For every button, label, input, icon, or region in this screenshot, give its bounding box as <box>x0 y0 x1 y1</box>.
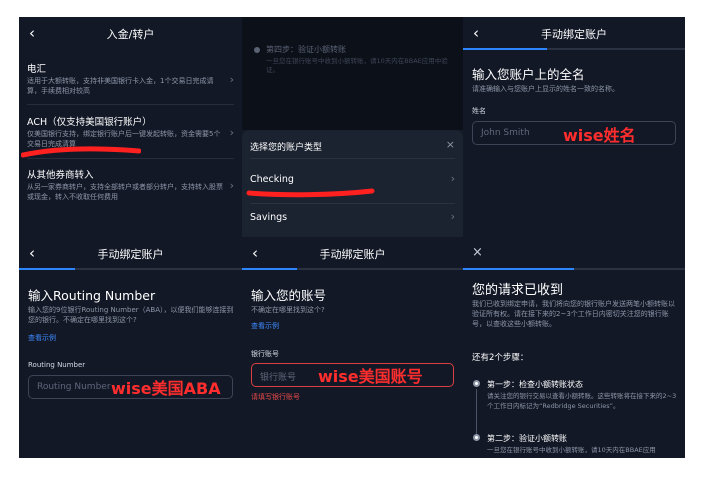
step-dot <box>473 380 480 387</box>
divider <box>27 104 234 105</box>
chevron-right-icon: › <box>229 73 234 86</box>
subtitle: 输入您的9位银行Routing Number（ABA），以便我们能够连接到您的银… <box>28 306 234 324</box>
red-underline-annotation <box>246 188 375 198</box>
view-example-link[interactable]: 查看示例 <box>251 321 279 331</box>
bg-step-desc: 一旦您在银行账号中收到小额转账，请10天内在BBAE应用中验证。 <box>266 57 448 74</box>
progress-fill <box>463 268 574 270</box>
view-example-link[interactable]: 查看示例 <box>28 333 56 343</box>
progress-bar <box>463 48 685 50</box>
account-type-screen: 第四步：验证小额转账 一旦您在银行账号中收到小额转账，请10天内在BBAE应用中… <box>242 17 463 237</box>
nav-bar: ‹ 手动绑定账户 <box>19 237 242 269</box>
heading: 输入您账户上的全名 <box>472 67 585 82</box>
error-message: 请填写银行账号 <box>251 393 300 401</box>
step-connector <box>476 389 477 435</box>
bg-step-title: 第四步：验证小额转账 <box>266 45 346 54</box>
sheet-title: 选择您的账户类型 <box>250 143 323 153</box>
divider <box>250 203 455 204</box>
chevron-right-icon: › <box>450 172 455 185</box>
progress-bar <box>19 268 242 270</box>
subtitle: 不确定在哪里找到这个? <box>251 306 325 314</box>
chevron-right-icon: › <box>229 179 234 192</box>
step-1-title: 第一步：检查小额转账状态 <box>487 380 583 389</box>
nav-bar: ‹ 入金/转户 <box>19 17 242 49</box>
step-2-title: 第二步：验证小额转账 <box>487 434 567 443</box>
option-broker-desc: 从另一家券商转户，支持全部转户或者部分转户，支持转入股票或现金，转入不收取任何费… <box>27 183 223 201</box>
progress-bar <box>242 268 463 270</box>
progress-fill <box>19 268 75 270</box>
heading: 输入Routing Number <box>28 288 156 303</box>
page-title: 手动绑定账户 <box>97 248 164 261</box>
step-1-desc: 请关注您的银行交易以查看小额转账。这些转账将在接下来的2~3个工作日内标记为“R… <box>487 392 677 410</box>
field-label: 银行账号 <box>251 350 279 358</box>
progress-bar <box>463 268 685 270</box>
deposit-transfer-screen: ‹ 入金/转户 电汇 适用于大额转账，支持非美国银行卡入金，1个交易日完成请算，… <box>19 17 242 237</box>
field-label: Routing Number <box>28 361 86 369</box>
page-title: 入金/转户 <box>106 28 155 41</box>
step-dot <box>254 47 260 53</box>
divider <box>27 158 234 159</box>
manual-bind-routing-screen: ‹ 手动绑定账户 输入Routing Number 输入您的9位银行Routin… <box>19 237 242 458</box>
heading: 输入您的账号 <box>251 288 327 303</box>
option-ach-title: ACH（仅支持美国银行账户） <box>27 117 152 128</box>
step-dot <box>473 434 480 441</box>
option-savings-label: Savings <box>250 212 288 223</box>
routing-input-placeholder: Routing Number <box>37 382 111 392</box>
nav-bar: ‹ 手动绑定账户 <box>242 237 463 269</box>
page-title: 手动绑定账户 <box>541 28 607 41</box>
steps-title: 还有2个步骤： <box>472 353 529 363</box>
field-label: 姓名 <box>472 107 486 115</box>
chevron-right-icon: › <box>229 126 234 139</box>
progress-fill <box>463 48 548 50</box>
heading: 您的请求已收到 <box>472 283 564 298</box>
annotation-label: wise美国账号 <box>318 367 423 386</box>
name-input-placeholder: John Smith <box>481 128 530 138</box>
option-broker-title: 从其他券商转入 <box>27 170 94 181</box>
close-icon[interactable]: × <box>472 245 483 260</box>
page-title: 手动绑定账户 <box>319 248 386 261</box>
annotation-label: wise姓名 <box>563 126 636 145</box>
close-icon[interactable]: × <box>446 138 455 151</box>
bottom-sheet: 选择您的账户类型 × Checking › Savings › <box>242 130 463 237</box>
manual-bind-name-screen: ‹ 手动绑定账户 输入您账户上的全名 请准确输入与您账户上显示的姓名一致的名称。… <box>463 17 685 237</box>
account-input-placeholder: 银行账号 <box>260 373 297 383</box>
subtitle: 请准确输入与您账户上显示的姓名一致的名称。 <box>472 85 619 93</box>
request-received-screen: × 您的请求已收到 我们已收到绑定申请，我们将向您的银行账户发送两笔小额转账以验… <box>463 237 685 458</box>
option-checking-label: Checking <box>250 174 294 185</box>
dimmed-background: 第四步：验证小额转账 一旦您在银行账号中收到小额转账，请10天内在BBAE应用中… <box>242 17 463 130</box>
progress-fill <box>242 268 298 270</box>
nav-bar: × <box>463 237 685 269</box>
red-underline-annotation <box>21 146 141 158</box>
option-wire-desc: 适用于大额转账，支持非美国银行卡入金，1个交易日完成请算，手续费相对较高 <box>27 77 214 95</box>
chevron-right-icon: › <box>450 210 455 223</box>
annotation-label: wise美国ABA <box>111 379 221 398</box>
divider <box>250 158 455 159</box>
step-2-desc: 一旦您在银行账号中收到小额转账，请10天内在BBAE应用 <box>487 446 656 454</box>
subtitle: 我们已收到绑定申请，我们将向您的银行账户发送两笔小额转账以验证所有权。请在接下来… <box>472 300 675 328</box>
manual-bind-account-screen: ‹ 手动绑定账户 输入您的账号 不确定在哪里找到这个? 查看示例 银行账号 银行… <box>242 237 463 458</box>
bg-text <box>252 17 452 27</box>
nav-bar: ‹ 手动绑定账户 <box>463 17 685 49</box>
option-wire-title: 电汇 <box>27 64 47 75</box>
